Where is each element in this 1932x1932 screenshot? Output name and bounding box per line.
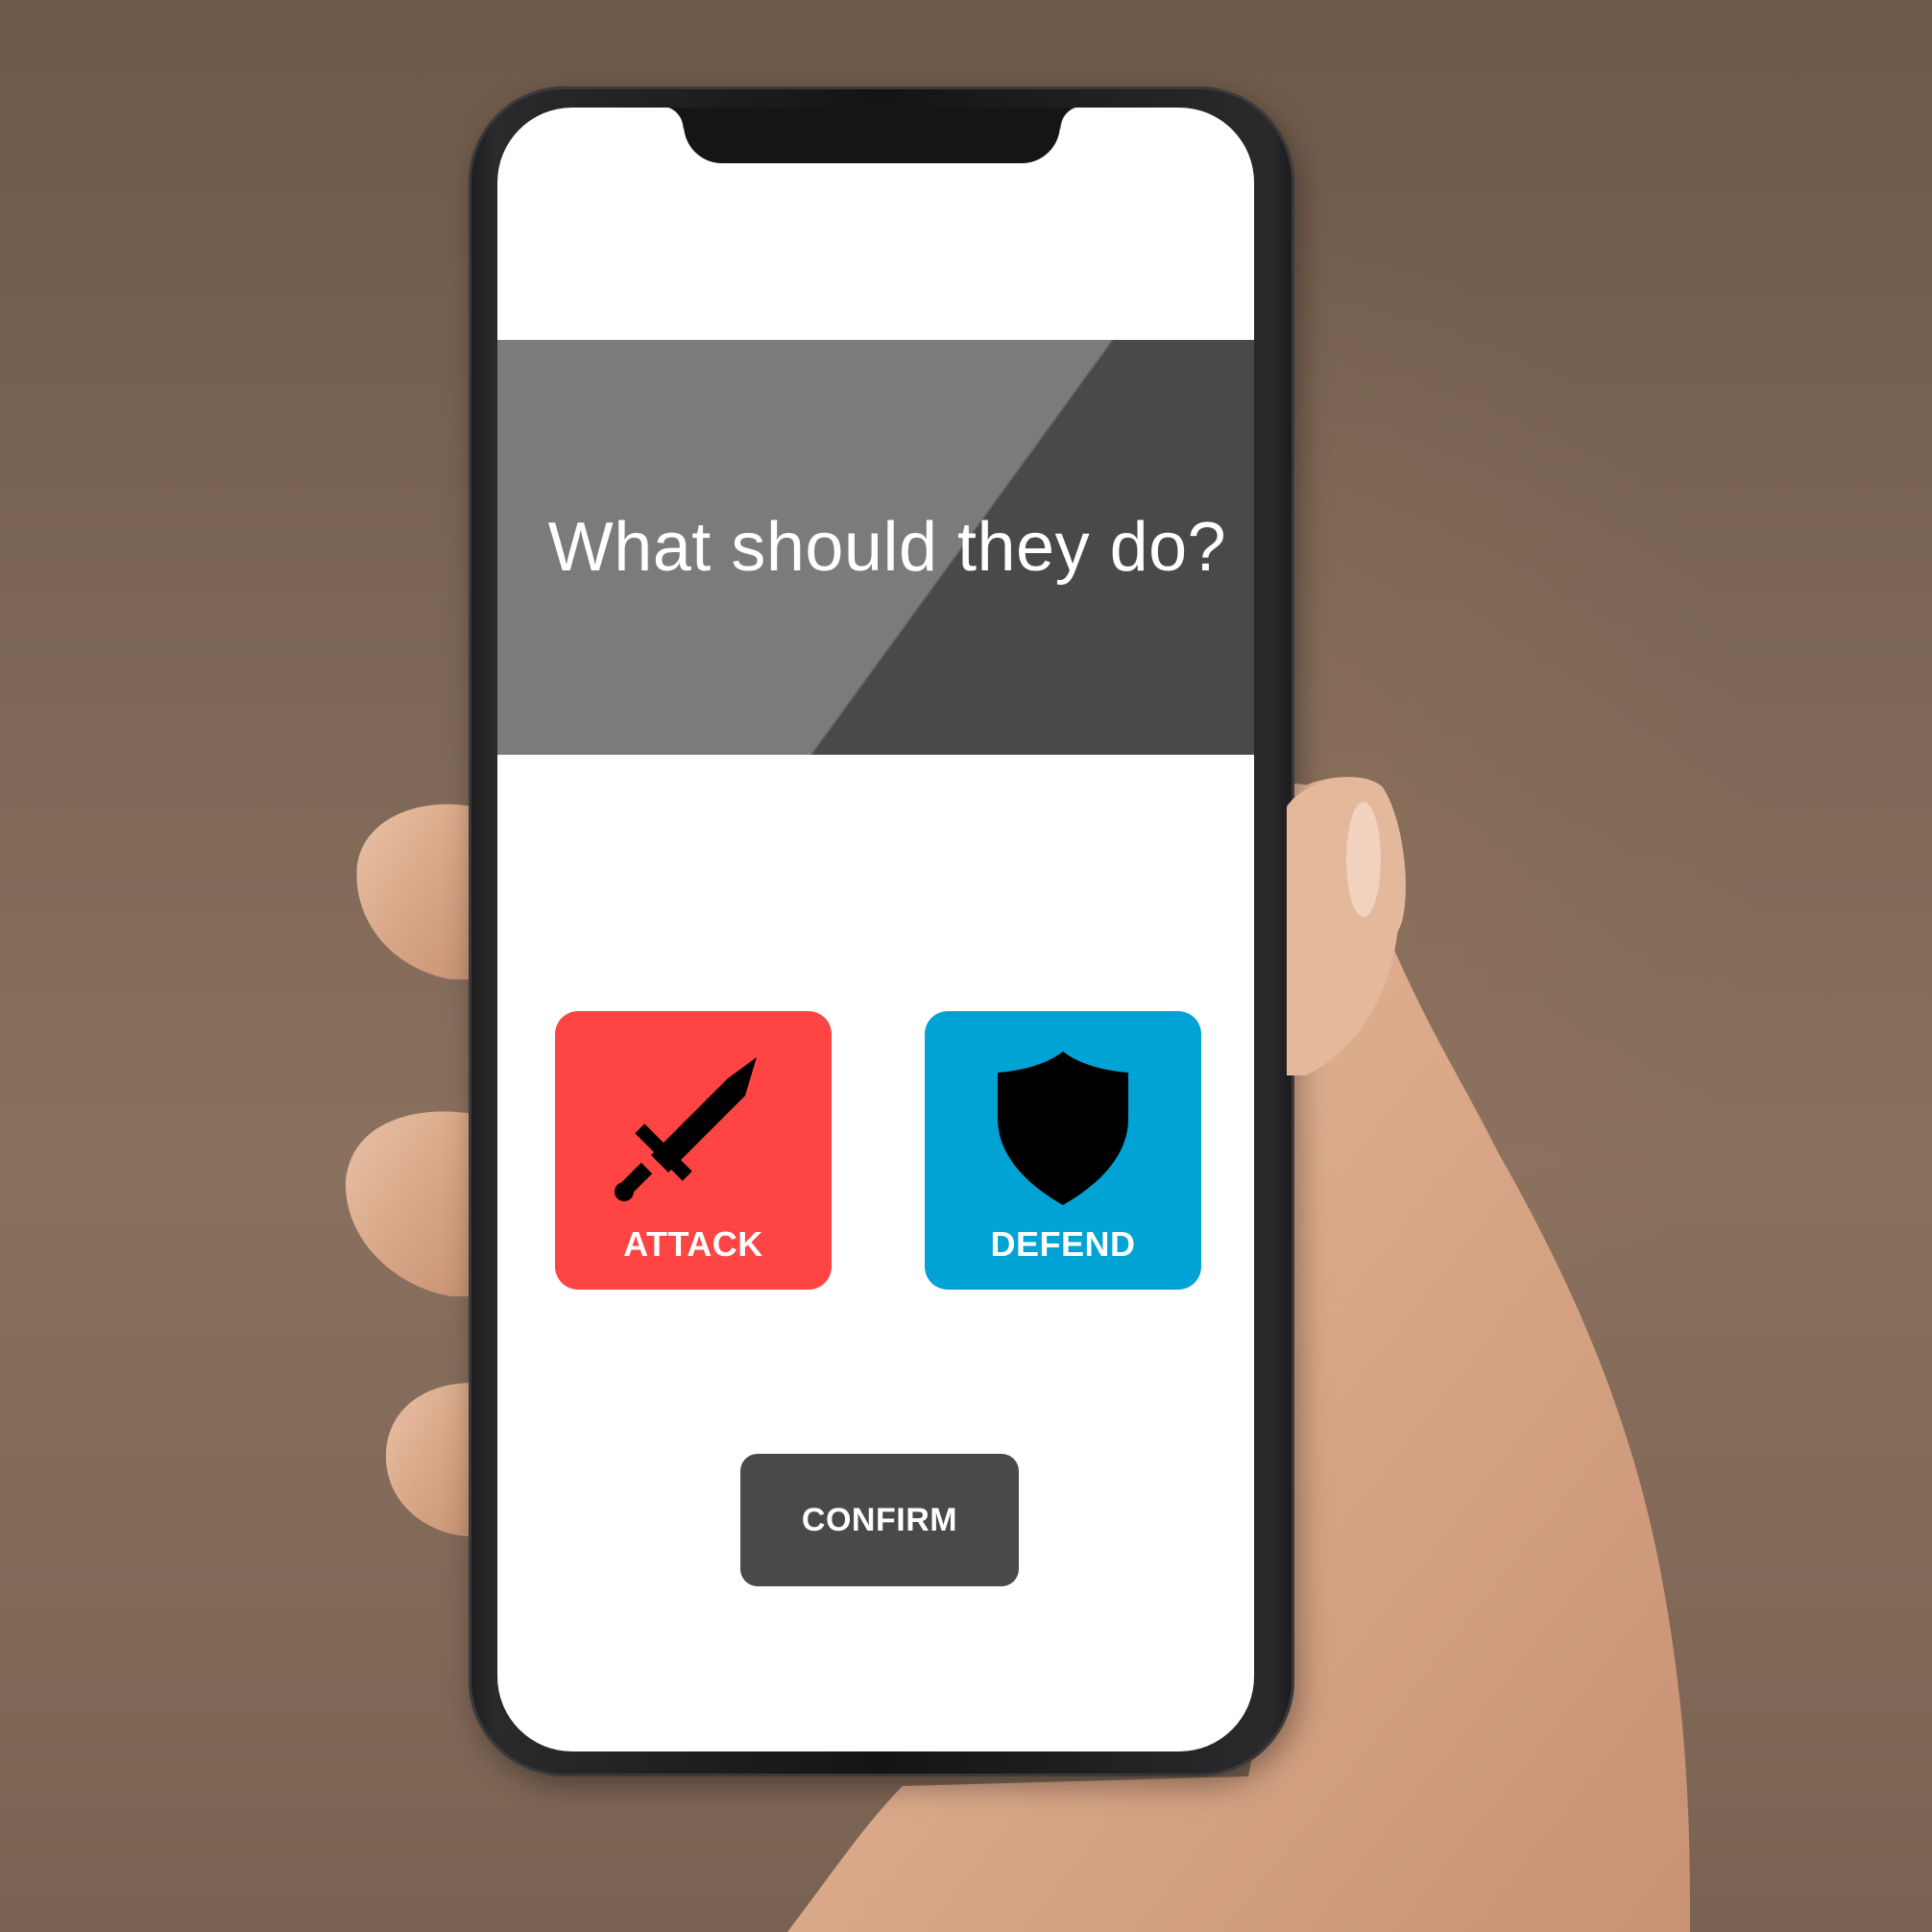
phone-notch [661, 108, 1083, 163]
question-banner: What should they do? [497, 340, 1254, 755]
phone-screen: What should they do? ATTACK DEFEND CONFI… [497, 108, 1254, 1751]
sword-icon [615, 1057, 757, 1201]
confirm-button[interactable]: CONFIRM [740, 1454, 1019, 1586]
attack-button[interactable]: ATTACK [555, 1011, 832, 1290]
attack-label: ATTACK [623, 1224, 763, 1264]
confirm-label: CONFIRM [801, 1501, 958, 1538]
defend-label: DEFEND [990, 1224, 1136, 1264]
question-text: What should they do? [547, 509, 1227, 586]
shield-icon [998, 1051, 1128, 1205]
defend-button[interactable]: DEFEND [925, 1011, 1201, 1290]
thumb-overlay [1287, 777, 1401, 1075]
